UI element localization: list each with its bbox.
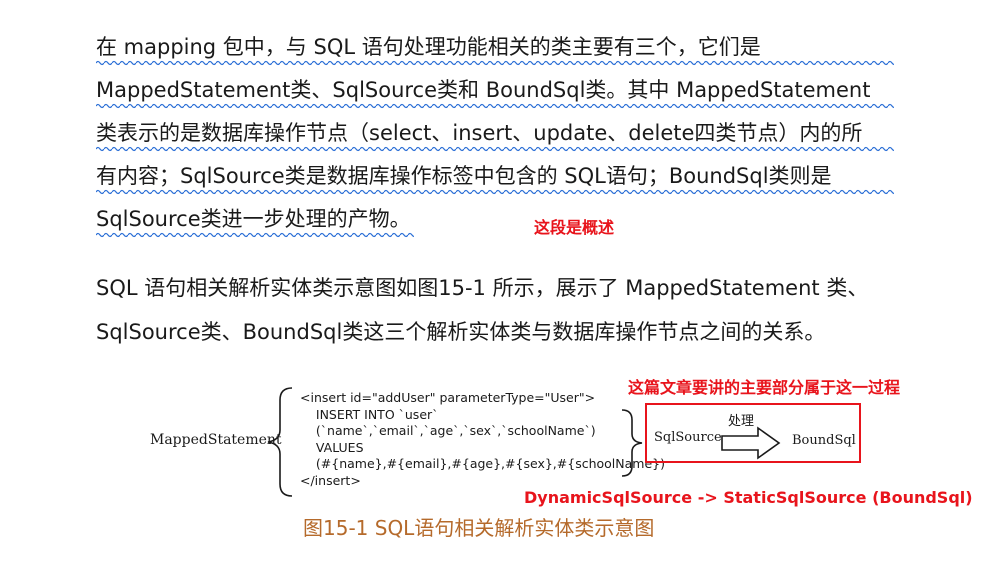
overview-paragraph: 在 mapping 包中，与 SQL 语句处理功能相关的类主要有三个，它们是 M…: [96, 26, 896, 241]
dynamic-static-annotation: DynamicSqlSource -> StaticSqlSource (Bou…: [524, 488, 973, 507]
insert-code-block: <insert id="addUser" parameterType="User…: [300, 390, 665, 488]
process-annotation: 这篇文章要讲的主要部分属于这一过程: [628, 378, 901, 397]
overview-annotation: 这段是概述: [534, 218, 615, 237]
underline-wave: [96, 189, 894, 195]
underline-wave: [96, 60, 894, 66]
overview-line-3: 类表示的是数据库操作节点（select、insert、update、delete…: [96, 112, 896, 155]
overview-line-4: 有内容；SqlSource类是数据库操作标签中包含的 SQL语句；BoundSq…: [96, 155, 896, 198]
sqlsource-label: SqlSource: [654, 430, 722, 445]
left-brace-icon: [267, 387, 293, 497]
figure-intro-paragraph: SQL 语句相关解析实体类示意图如图15-1 所示，展示了 MappedStat…: [96, 266, 896, 354]
overview-line-5: SqlSource类进一步处理的产物。 这段是概述: [96, 198, 896, 241]
overview-line-2: MappedStatement类、SqlSource类和 BoundSql类。其…: [96, 69, 896, 112]
intro-line-2: SqlSource类、BoundSql类这三个解析实体类与数据库操作节点之间的关…: [96, 320, 826, 344]
underline-wave: [96, 232, 414, 238]
overview-line-1: 在 mapping 包中，与 SQL 语句处理功能相关的类主要有三个，它们是: [96, 26, 896, 69]
boundsql-label: BoundSql: [792, 433, 856, 448]
intro-line-1: SQL 语句相关解析实体类示意图如图15-1 所示，展示了 MappedStat…: [96, 276, 869, 300]
underline-wave: [96, 103, 894, 109]
figure-caption: 图15-1 SQL语句相关解析实体类示意图: [303, 516, 655, 540]
process-label: 处理: [728, 414, 755, 429]
underline-wave: [96, 146, 894, 152]
